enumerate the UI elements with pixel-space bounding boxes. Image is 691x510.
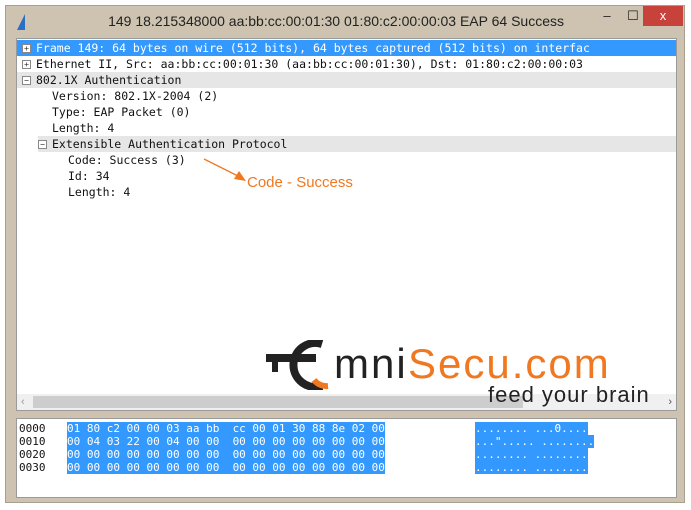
hex-offset: 0000 <box>19 422 46 435</box>
tree-item-type[interactable]: Type: EAP Packet (0) <box>52 104 190 120</box>
tree-item-8021x[interactable]: −802.1X Authentication <box>17 72 676 88</box>
omnisecu-logo: mni Secu.com feed your brain <box>266 340 666 412</box>
tree-item-label: Extensible Authentication Protocol <box>52 137 288 151</box>
tree-item-frame[interactable]: + Frame 149: 64 bytes on wire (512 bits),… <box>17 40 676 56</box>
tree-item-code[interactable]: Code: Success (3) <box>68 152 186 168</box>
hex-bytes[interactable]: 00 00 00 00 00 00 00 00 00 00 00 00 00 0… <box>67 448 385 461</box>
expand-icon[interactable]: + <box>22 44 31 53</box>
hex-ascii[interactable]: ........ ...0.... <box>475 422 588 435</box>
hex-offset: 0010 <box>19 435 46 448</box>
hex-offset: 0030 <box>19 461 46 474</box>
title-bar[interactable]: 149 18.215348000 aa:bb:cc:00:01:30 01:80… <box>6 6 684 38</box>
tree-item-label: 802.1X Authentication <box>36 73 182 87</box>
scroll-left-icon[interactable]: ‹ <box>21 394 25 410</box>
hex-dump-pane: 0000 01 80 c2 00 00 03 aa bb cc 00 01 30… <box>16 418 677 498</box>
tree-item-id[interactable]: Id: 34 <box>68 168 110 184</box>
hex-bytes[interactable]: 01 80 c2 00 00 03 aa bb cc 00 01 30 88 8… <box>67 422 385 435</box>
tree-item-label: Frame 149: 64 bytes on wire (512 bits), … <box>36 41 590 55</box>
collapse-icon[interactable]: − <box>22 76 31 85</box>
tree-item-eap-length[interactable]: Length: 4 <box>68 184 130 200</box>
packet-window: 149 18.215348000 aa:bb:cc:00:01:30 01:80… <box>5 5 685 503</box>
hex-offset: 0020 <box>19 448 46 461</box>
tree-item-ethernet[interactable]: + Ethernet II, Src: aa:bb:cc:00:01:30 (aa… <box>17 56 676 72</box>
hex-ascii[interactable]: ..."..... ........ <box>475 435 595 448</box>
hex-ascii[interactable]: ........ ........ <box>475 461 588 474</box>
tree-item-eap[interactable]: − Extensible Authentication Protocol <box>38 136 676 152</box>
hex-ascii[interactable]: ........ ........ <box>475 448 588 461</box>
logo-text-secu: Secu.com <box>408 340 611 387</box>
logo-tagline: feed your brain <box>488 382 650 407</box>
tree-item-length[interactable]: Length: 4 <box>52 120 114 136</box>
expand-icon[interactable]: + <box>22 60 31 69</box>
hex-bytes[interactable]: 00 00 00 00 00 00 00 00 00 00 00 00 00 0… <box>67 461 385 474</box>
minimize-button[interactable]: ‒ <box>594 6 620 26</box>
close-button[interactable]: x <box>643 6 683 26</box>
scroll-right-icon[interactable]: › <box>668 394 672 410</box>
hex-bytes[interactable]: 00 04 03 22 00 04 00 00 00 00 00 00 00 0… <box>67 435 385 448</box>
annotation-label: Code - Success <box>247 174 353 191</box>
annotation-arrow-icon <box>203 158 246 181</box>
collapse-icon[interactable]: − <box>38 140 47 149</box>
window-title: 149 18.215348000 aa:bb:cc:00:01:30 01:80… <box>108 13 564 29</box>
tree-item-label: Ethernet II, Src: aa:bb:cc:00:01:30 (aa:… <box>36 57 583 71</box>
logo-text-omni: mni <box>334 340 408 387</box>
tree-item-version[interactable]: Version: 802.1X-2004 (2) <box>52 88 218 104</box>
